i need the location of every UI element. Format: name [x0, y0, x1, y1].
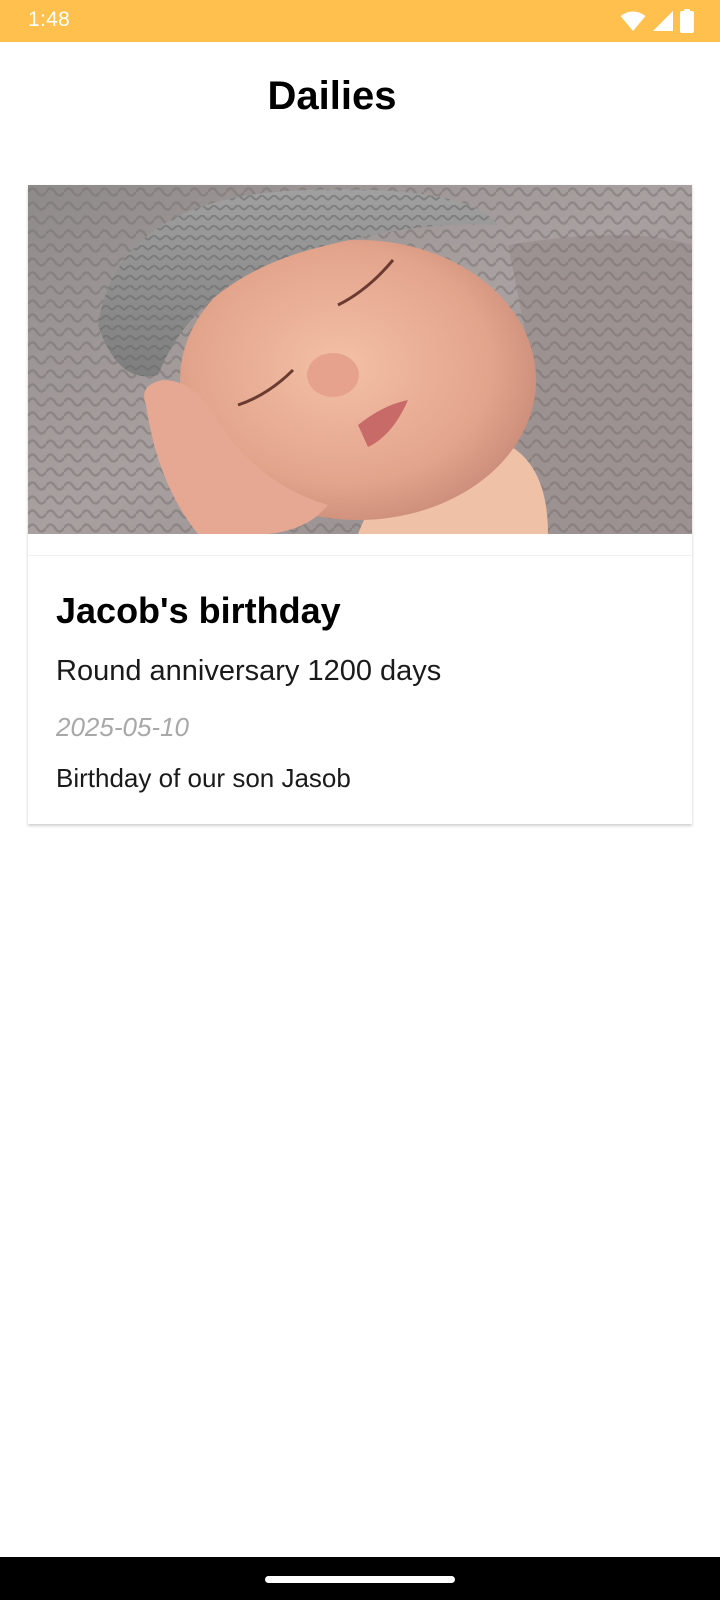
battery-icon: [680, 9, 694, 33]
status-bar: 1:48: [0, 0, 720, 42]
entry-subtitle: Round anniversary 1200 days: [56, 655, 442, 687]
entry-date: 2025-05-10: [56, 712, 189, 742]
status-icons: [620, 9, 694, 33]
wifi-icon: [620, 11, 646, 31]
entry-title: Jacob's birthday: [56, 590, 341, 631]
home-gesture-bar[interactable]: [265, 1576, 455, 1583]
entry-photo: [28, 185, 692, 534]
daily-entry-card[interactable]: Jacob's birthday Round anniversary 1200 …: [28, 185, 692, 824]
cellular-signal-icon: [653, 11, 673, 31]
card-divider: [28, 555, 692, 556]
page-title: Dailies: [267, 74, 397, 118]
entry-description: Birthday of our son Jasob: [56, 763, 351, 793]
system-navigation-bar: [0, 1557, 720, 1600]
status-time: 1:48: [28, 8, 71, 31]
